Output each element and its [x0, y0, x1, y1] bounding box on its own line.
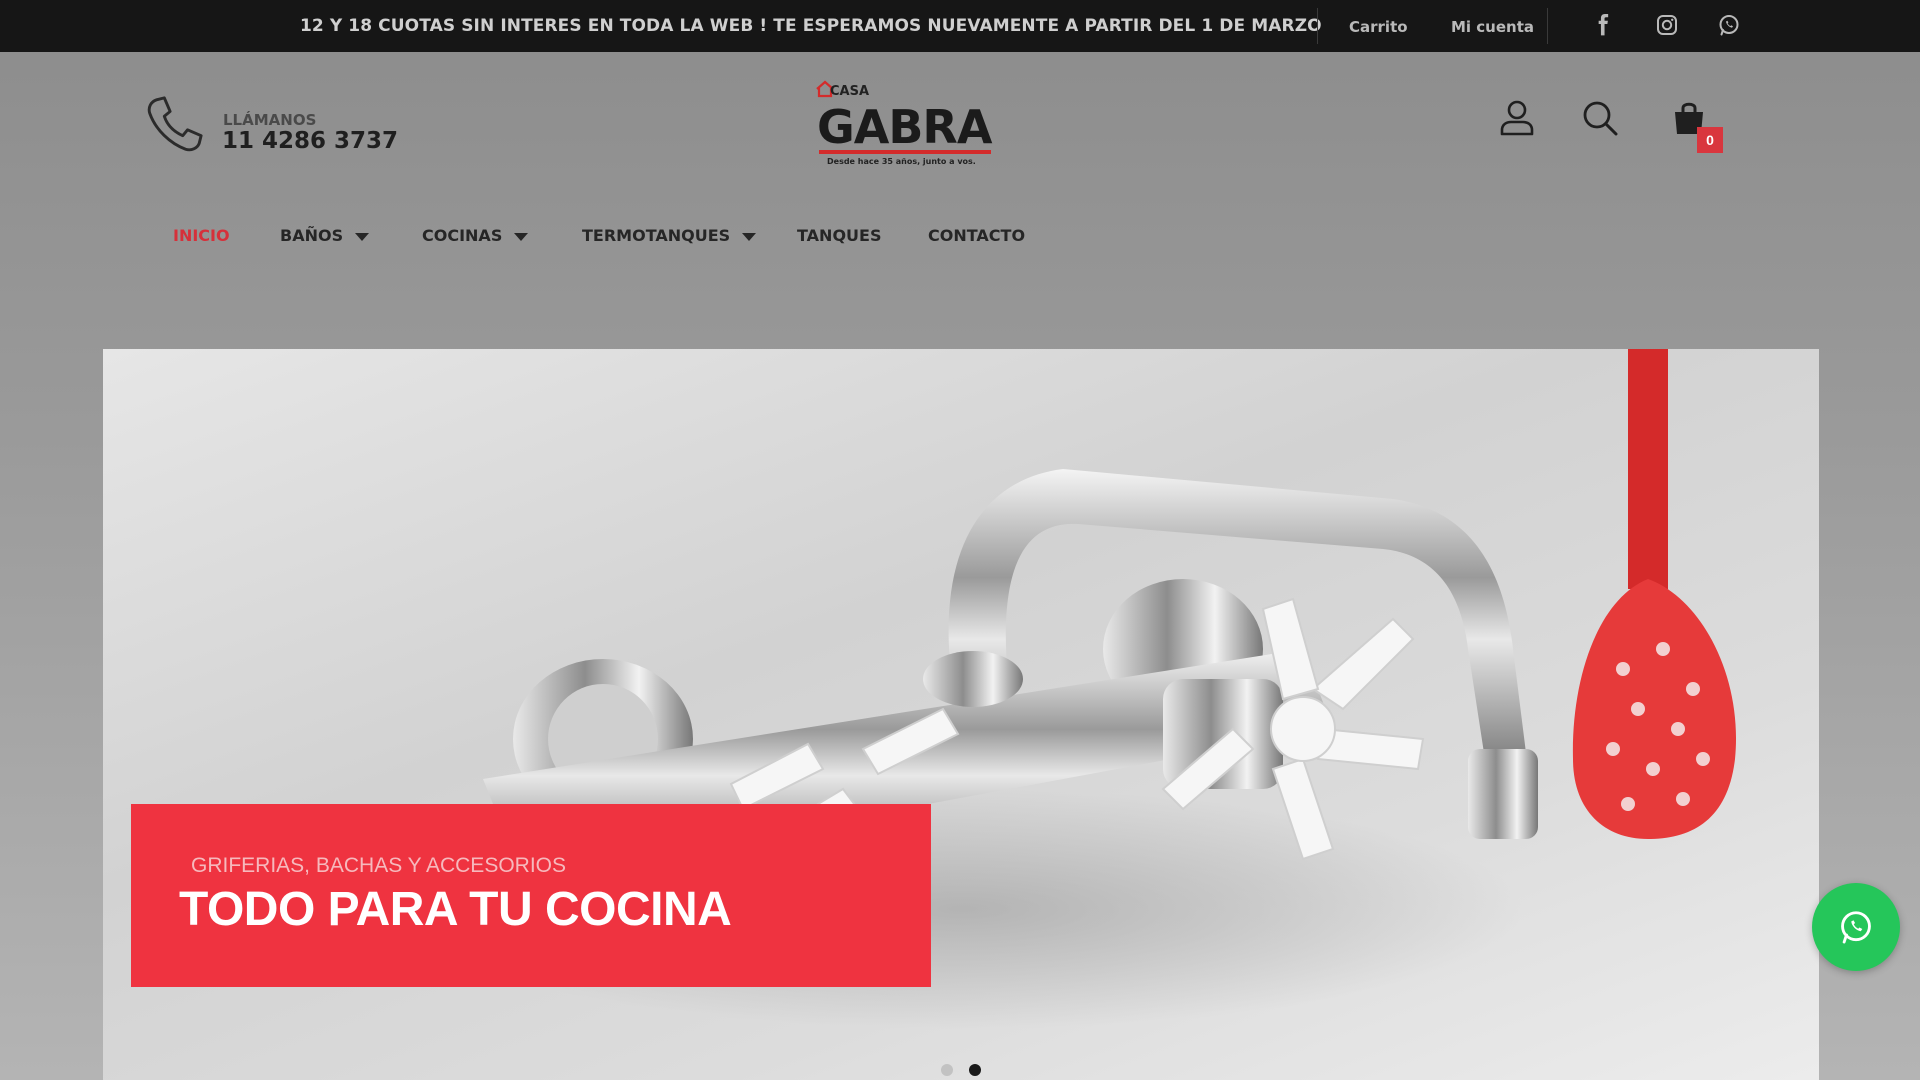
- nav-item-label: CONTACTO: [928, 226, 1026, 245]
- nav-item-cocinas[interactable]: COCINAS: [422, 226, 529, 245]
- logo-tagline: Desde hace 35 años, junto a vos.: [827, 157, 976, 166]
- hero-headline: TODO PARA TU COCINA: [179, 883, 732, 936]
- nav-item-label: TERMOTANQUES: [582, 226, 731, 245]
- caret-down-icon: [514, 232, 529, 241]
- caret-down-icon: [742, 232, 757, 241]
- phone-number[interactable]: 11 4286 3737: [222, 128, 398, 154]
- whatsapp-icon: [1841, 911, 1871, 944]
- caret-down-icon: [355, 232, 370, 241]
- nav-item-termotanques[interactable]: TERMOTANQUES: [582, 226, 757, 245]
- cart-count-badge: 0: [1697, 127, 1723, 153]
- logo-small-text: CASA: [830, 84, 870, 99]
- instagram-icon[interactable]: [1655, 13, 1679, 37]
- slider-dot-1[interactable]: [941, 1064, 953, 1076]
- logo-brand-text: GABRA: [817, 100, 992, 154]
- whatsapp-icon[interactable]: [1717, 13, 1741, 37]
- nav-item-label: BAÑOS: [280, 226, 344, 245]
- hero-banner[interactable]: GRIFERIAS, BACHAS Y ACCESORIOS TODO PARA…: [131, 804, 931, 987]
- nav-item-label: TANQUES: [797, 226, 882, 245]
- nav-item-label: INICIO: [173, 226, 230, 245]
- search-icon[interactable]: [1580, 98, 1620, 138]
- nav-item-label: COCINAS: [422, 226, 503, 245]
- nav-item-contacto[interactable]: CONTACTO: [928, 226, 1025, 245]
- facebook-icon[interactable]: [1592, 13, 1616, 37]
- user-icon[interactable]: [1497, 98, 1537, 138]
- hero-subtitle: GRIFERIAS, BACHAS Y ACCESORIOS: [191, 854, 566, 877]
- nav-item-inicio[interactable]: INICIO: [173, 226, 230, 245]
- call-label: LLÁMANOS: [223, 111, 317, 129]
- cart-link[interactable]: Carrito: [1349, 18, 1408, 36]
- phone-icon: [147, 96, 203, 152]
- my-account-link[interactable]: Mi cuenta: [1451, 18, 1534, 36]
- nav-item-tanques[interactable]: TANQUES: [797, 226, 882, 245]
- hero-slider[interactable]: GRIFERIAS, BACHAS Y ACCESORIOS TODO PARA…: [103, 349, 1819, 1080]
- announcement-bar: 12 Y 18 CUOTAS SIN INTERES EN TODA LA WE…: [0, 0, 1920, 52]
- slider-dot-2-active[interactable]: [969, 1064, 981, 1076]
- logo-underline: [819, 150, 991, 154]
- divider: [1547, 8, 1548, 44]
- promo-text: 12 Y 18 CUOTAS SIN INTERES EN TODA LA WE…: [300, 16, 1322, 36]
- whatsapp-chat-button[interactable]: [1812, 883, 1900, 971]
- divider: [1317, 8, 1318, 44]
- nav-item-banos[interactable]: BAÑOS: [280, 226, 370, 245]
- site-logo[interactable]: CASA GABRA Desde hace 35 años, junto a v…: [815, 78, 995, 170]
